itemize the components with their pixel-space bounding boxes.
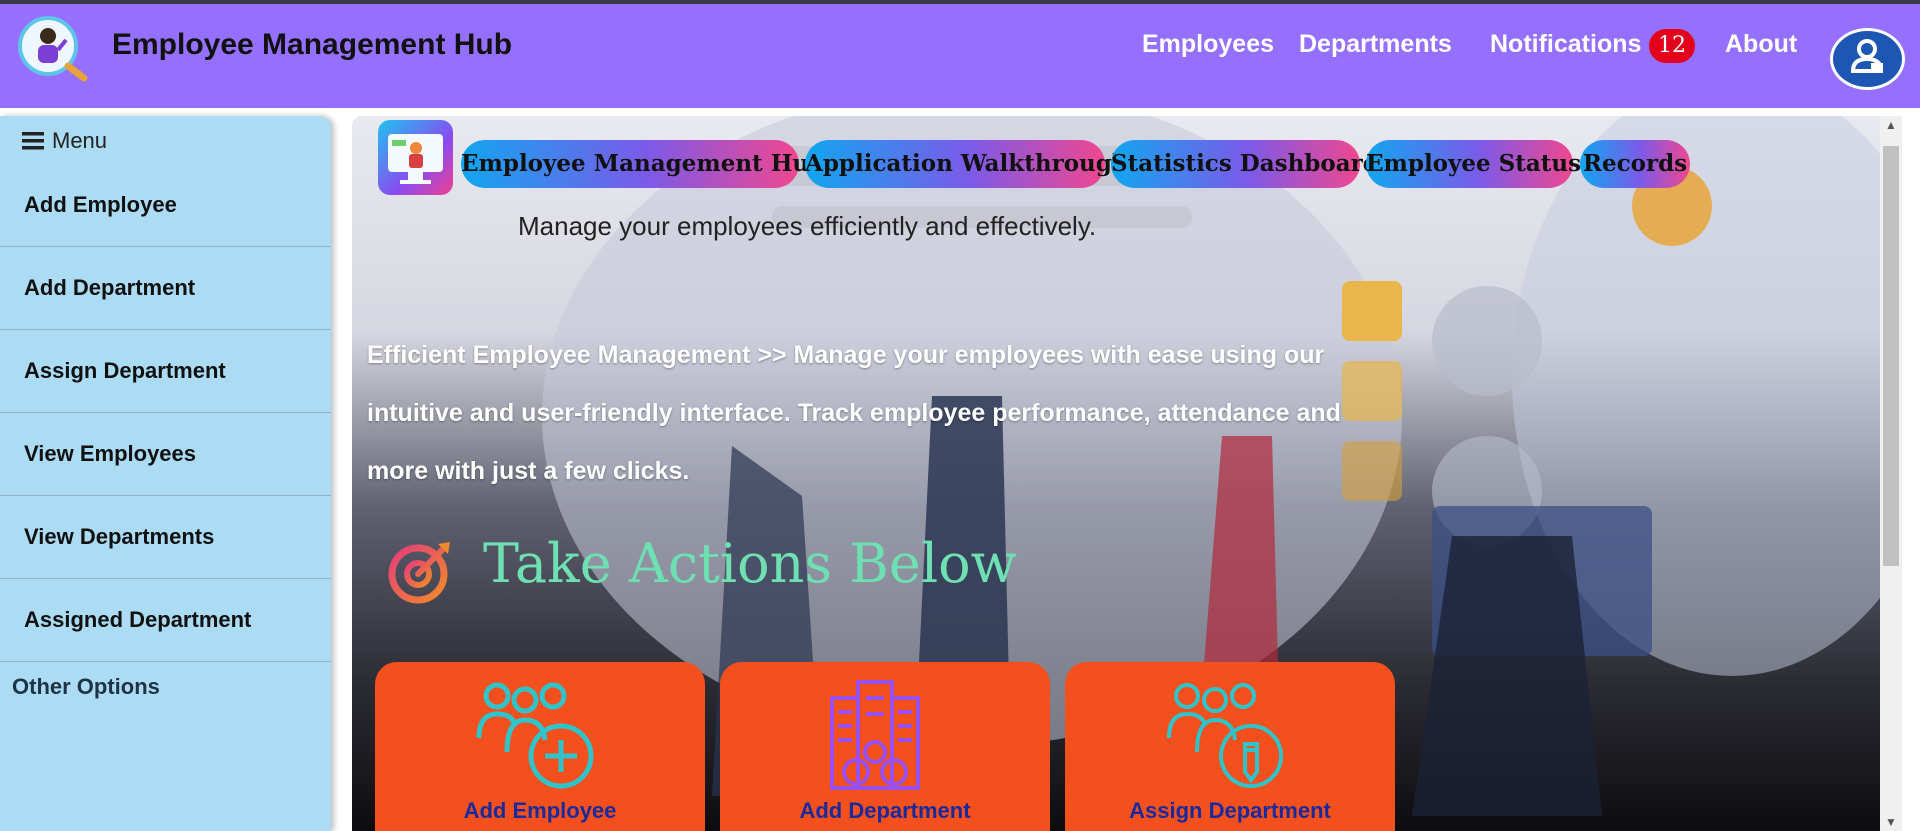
sidebar-item-add-department[interactable]: Add Department (0, 247, 331, 330)
sidebar-item-label: Assigned Department (24, 607, 252, 632)
tab-application-walkthrough[interactable]: Application Walkthrough (805, 140, 1129, 188)
scroll-down-icon[interactable]: ▼ (1880, 813, 1902, 831)
sidebar-item-label: Add Employee (24, 192, 177, 217)
sidebar-item-label: View Departments (24, 524, 215, 549)
sidebar-item-view-employees[interactable]: View Employees (0, 413, 331, 496)
app-presentation-icon[interactable] (378, 120, 453, 195)
hero-subtitle: Manage your employees efficiently and ef… (518, 211, 1097, 241)
other-options-label: Other Options (12, 674, 160, 699)
card-add-department[interactable]: Add Department (720, 662, 1050, 831)
intro-paragraph: Efficient Employee Management >> Manage … (367, 341, 1341, 485)
app-title: Employee Management Hub (112, 28, 513, 61)
menu-toggle[interactable]: Menu (22, 128, 107, 154)
top-navbar: Employee Management Hub Employees Depart… (0, 4, 1920, 108)
app-logo-icon[interactable] (14, 16, 90, 82)
user-profile-icon (1850, 39, 1884, 73)
notification-count-badge: 12 (1649, 29, 1695, 63)
nav-about[interactable]: About (1725, 30, 1797, 59)
scroll-thumb[interactable] (1883, 146, 1899, 566)
tab-records[interactable]: Records (1580, 140, 1690, 188)
nav-departments[interactable]: Departments (1299, 30, 1452, 59)
main-scrollbar[interactable]: ▲ ▼ (1880, 116, 1902, 831)
target-icon (388, 538, 454, 604)
user-avatar-button[interactable] (1830, 28, 1905, 90)
menu-label: Menu (52, 128, 108, 153)
building-icon (830, 680, 920, 790)
tab-employee-management-hub[interactable]: Employee Management Hub (461, 140, 825, 188)
card-label: Add Department (799, 798, 971, 823)
add-employee-icon (476, 682, 594, 789)
sidebar: Menu Add Employee Add Department Assign … (0, 116, 331, 831)
hamburger-icon (22, 132, 44, 150)
card-label: Assign Department (1129, 798, 1331, 823)
sidebar-item-label: Assign Department (24, 358, 226, 383)
sidebar-item-assigned-department[interactable]: Assigned Department (0, 579, 331, 662)
assign-icon (1167, 683, 1283, 788)
scroll-up-icon[interactable]: ▲ (1880, 116, 1902, 134)
sidebar-item-add-employee[interactable]: Add Employee (0, 164, 331, 247)
sidebar-item-label: View Employees (24, 441, 197, 466)
section-title: Take Actions Below (483, 532, 1017, 595)
sidebar-item-label: Add Department (24, 275, 196, 300)
sidebar-item-view-departments[interactable]: View Departments (0, 496, 331, 579)
nav-notifications[interactable]: Notifications (1490, 30, 1641, 59)
tab-employee-status[interactable]: Employee Status (1366, 140, 1581, 188)
nav-employees[interactable]: Employees (1142, 30, 1274, 59)
card-label: Add Employee (463, 798, 617, 823)
tab-statistics-dashboard[interactable]: Statistics Dashboard (1111, 140, 1379, 188)
card-assign-department[interactable]: Assign Department (1065, 662, 1395, 831)
card-add-employee[interactable]: Add Employee (375, 662, 705, 831)
sidebar-item-assign-department[interactable]: Assign Department (0, 330, 331, 413)
